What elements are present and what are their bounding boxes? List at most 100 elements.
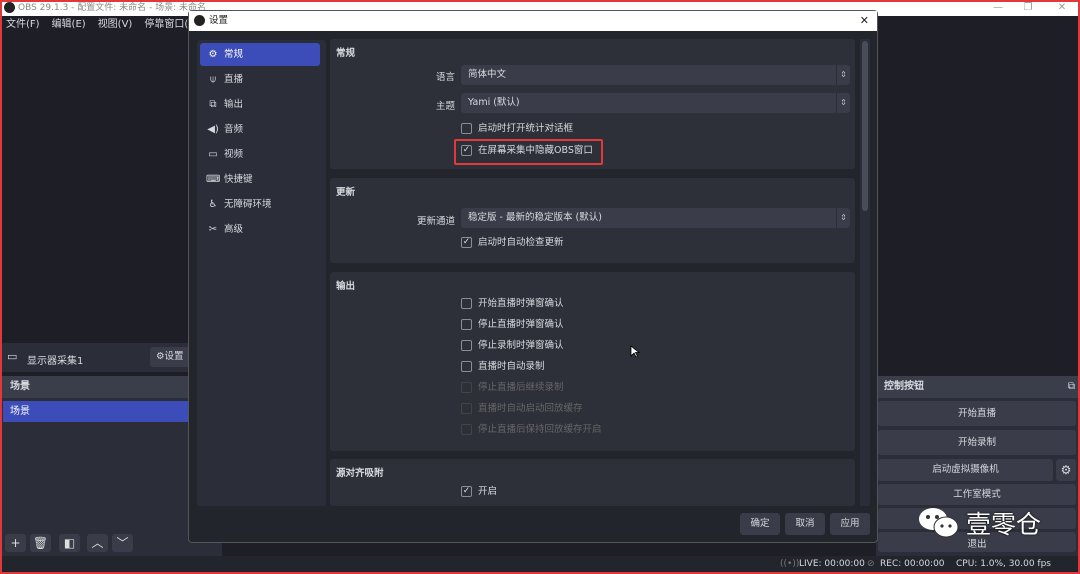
checkbox-label: 直播时自动录制 [478, 361, 545, 372]
settings-label: 设置 [164, 351, 184, 362]
watermark-text: 壹零仓 [966, 510, 1042, 539]
rec-icon: ⊘ [867, 559, 875, 569]
move-up-button[interactable]: ︿ [87, 534, 108, 552]
checkbox-icon [461, 340, 472, 351]
output-option[interactable]: 直播时自动录制 [461, 360, 545, 374]
checkbox-icon [461, 361, 472, 372]
sidebar-item-video[interactable]: ▭ 视频 [200, 143, 320, 166]
gear-icon: ⚙ [208, 49, 218, 60]
scene-item[interactable]: 场景 [3, 401, 193, 422]
checkbox-label: 停止直播后保持回放缓存开启 [478, 424, 602, 435]
sidebar-item-general[interactable]: ⚙ 常规 [200, 43, 320, 66]
watermark: 壹零仓 [918, 505, 1041, 541]
auto-check-checkbox[interactable]: ✓ 启动时自动检查更新 [461, 236, 564, 250]
group-header: 更新 [336, 187, 356, 198]
add-scene-button[interactable]: + [5, 534, 26, 552]
sidebar-item-audio[interactable]: ◀) 音频 [200, 118, 320, 141]
tools-icon: ✂ [208, 224, 218, 235]
update-channel-select[interactable]: 稳定版 - 最新的稳定版本 (默认) ⇕ [461, 208, 850, 228]
cancel-button[interactable]: 取消 [785, 513, 825, 535]
menu-edit[interactable]: 编辑(E) [52, 16, 86, 33]
output-option[interactable]: 开始直播时弹窗确认 [461, 297, 564, 311]
checkbox-label: 直播时自动启动回放缓存 [478, 403, 583, 414]
sidebar-label: 音频 [224, 124, 244, 135]
theme-select[interactable]: Yami (默认) ⇕ [461, 93, 850, 113]
open-stats-checkbox[interactable]: 启动时打开统计对话框 [461, 122, 573, 136]
output-option[interactable]: 停止直播时弹窗确认 [461, 318, 564, 332]
channel-label: 更新通道 [416, 216, 455, 227]
close-button[interactable]: ✕ [1047, 0, 1077, 16]
sidebar-label: 常规 [224, 49, 244, 60]
updown-icon: ⇕ [836, 93, 850, 113]
checkbox-label: 停止直播时弹窗确认 [478, 319, 564, 330]
keyboard-icon: ⌨ [206, 174, 221, 185]
sidebar-label: 视频 [224, 149, 244, 160]
status-bar: ((•)) LIVE: 00:00:00 ⊘ REC: 00:00:00 CPU… [2, 556, 1078, 572]
sidebar-label: 直播 [224, 74, 244, 85]
dialog-close-button[interactable]: ✕ [860, 11, 869, 31]
scene-filters-button[interactable]: ◧ [59, 534, 80, 552]
chevron-up-icon: ︿ [91, 536, 104, 550]
filter-icon: ◧ [63, 536, 76, 550]
checkbox-label: 开始直播时弹窗确认 [478, 298, 564, 309]
language-label: 语言 [435, 72, 455, 83]
studio-mode-button[interactable]: 工作室模式 [878, 484, 1076, 505]
dialog-title: 设置 [209, 15, 229, 26]
sidebar-item-hotkeys[interactable]: ⌨ 快捷键 [200, 168, 320, 191]
rec-time: REC: 00:00:00 [880, 559, 945, 569]
remove-scene-button[interactable]: 🗑 [30, 534, 51, 552]
update-group: 更新 更新通道 稳定版 - 最新的稳定版本 (默认) ⇕ ✓ 启动时自动检查更新 [330, 178, 855, 263]
snapping-group: 源对齐吸附 ✓ 开启 [330, 459, 855, 506]
obs-logo-icon [194, 15, 205, 26]
check-icon: ✓ [461, 486, 472, 497]
live-icon: ((•)) [780, 559, 800, 569]
sidebar-label: 无障碍环境 [224, 199, 272, 210]
start-streaming-button[interactable]: 开始直播 [878, 401, 1076, 426]
minimize-button[interactable]: — [983, 0, 1013, 16]
checkbox-icon [461, 403, 472, 414]
menu-file[interactable]: 文件(F) [6, 16, 40, 33]
sidebar-item-accessibility[interactable]: ♿ 无障碍环境 [200, 193, 320, 216]
checkbox-label: 启动时自动检查更新 [478, 237, 564, 248]
sidebar-item-output[interactable]: ⧉ 输出 [200, 93, 320, 116]
sidebar-item-stream[interactable]: ⍦ 直播 [200, 68, 320, 91]
snapping-enable-checkbox[interactable]: ✓ 开启 [461, 485, 497, 499]
sidebar-item-advanced[interactable]: ✂ 高级 [200, 218, 320, 241]
accessibility-icon: ♿ [208, 199, 218, 210]
move-down-button[interactable]: ﹀ [112, 534, 133, 552]
output-option: 停止直播后继续录制 [461, 381, 564, 395]
group-header: 常规 [336, 48, 356, 59]
checkbox-icon [461, 424, 472, 435]
checkbox-label: 开启 [478, 486, 498, 497]
mouse-cursor-icon [630, 345, 640, 358]
source-toolbar: ▭ 显示器采集1 ⚙设置 [2, 343, 202, 372]
live-time: LIVE: 00:00:00 [799, 559, 865, 569]
scrollbar-thumb[interactable] [862, 41, 868, 211]
ok-button[interactable]: 确定 [740, 513, 780, 535]
apply-button[interactable]: 应用 [830, 513, 870, 535]
wechat-icon [919, 508, 959, 538]
checkbox-label: 停止录制时弹窗确认 [478, 340, 564, 351]
virtual-camera-settings-button[interactable]: ⚙ [1056, 459, 1076, 481]
output-option[interactable]: 停止录制时弹窗确认 [461, 339, 564, 353]
scrollbar[interactable] [860, 39, 870, 506]
language-select[interactable]: 简体中文 ⇕ [461, 65, 850, 85]
highlight-box [454, 139, 603, 165]
restore-button[interactable]: ❐ [1013, 0, 1043, 16]
checkbox-label: 停止直播后继续录制 [478, 382, 564, 393]
updown-icon: ⇕ [836, 65, 850, 85]
speaker-icon: ◀) [207, 124, 219, 135]
window-title: OBS 29.1.3 - 配置文件: 未命名 - 场景: 未命名 [18, 3, 207, 13]
dialog-title-bar: 设置 ✕ [189, 11, 877, 31]
sidebar-label: 输出 [224, 99, 244, 110]
start-recording-button[interactable]: 开始录制 [878, 430, 1076, 455]
checkbox-icon [461, 319, 472, 330]
settings-dialog: 设置 ✕ ⚙ 常规 ⍦ 直播 ⧉ 输出 ◀) 音频 ▭ 视频 ⌨ 快捷键 ♿ 无障碍环境 ✂ 高… [188, 10, 878, 543]
monitor-icon: ▭ [7, 350, 18, 363]
start-virtual-camera-button[interactable]: 启动虚拟摄像机 [878, 459, 1053, 481]
undock-icon[interactable]: ⧉ [1068, 381, 1075, 392]
channel-value: 稳定版 - 最新的稳定版本 (默认) [468, 212, 602, 223]
gear-icon: ⚙ [1060, 463, 1072, 477]
checkbox-icon [461, 298, 472, 309]
menu-view[interactable]: 视图(V) [98, 16, 133, 33]
